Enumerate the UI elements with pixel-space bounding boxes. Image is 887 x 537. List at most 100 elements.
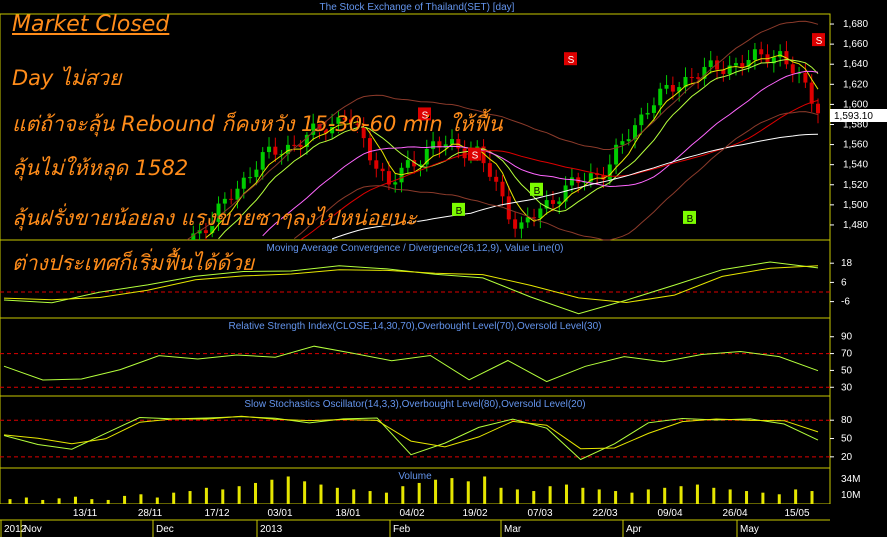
candle-body (816, 103, 820, 114)
candle-body (752, 49, 757, 60)
volume-bar (335, 487, 339, 504)
candle-body (790, 64, 795, 74)
annotation-line: Day ไม่สวย (12, 66, 122, 90)
volume-bar (777, 494, 781, 504)
date-tick-label: 09/04 (657, 508, 682, 519)
volume-bar (466, 481, 470, 504)
buy-signal-label: B (534, 186, 541, 197)
candle-body (740, 63, 745, 68)
volume-tick-label: 34M (841, 474, 860, 485)
candle-body (708, 60, 713, 67)
volume-bar (286, 476, 290, 504)
volume-bar (319, 484, 323, 504)
volume-bar (630, 492, 634, 504)
volume-bar (368, 491, 372, 504)
candle-body (664, 84, 669, 89)
volume-bar (123, 495, 127, 504)
price-tick-label: 1,500 (843, 200, 868, 211)
candle-body (292, 144, 297, 146)
candle-body (273, 146, 278, 155)
rsi-title: Relative Strength Index(CLOSE,14,30,70),… (229, 321, 602, 332)
month-tick-label: 2013 (260, 524, 283, 535)
volume-bar (417, 482, 421, 504)
candle-body (645, 112, 650, 115)
candle-body (569, 177, 574, 186)
month-tick-label: May (740, 524, 759, 535)
price-tick-label: 1,660 (843, 39, 868, 50)
volume-bar (188, 491, 192, 504)
candle-body (513, 219, 518, 229)
volume-bar (450, 478, 454, 504)
candle-body (557, 201, 562, 204)
last-price-marker: 1,593.10 (830, 109, 887, 122)
candle-body (550, 200, 555, 204)
candle-body (374, 160, 379, 169)
volume-title: Volume (398, 471, 432, 482)
volume-bar (515, 489, 519, 504)
indicator-tick-label: 90 (841, 332, 853, 343)
candle-body (254, 169, 259, 178)
price-tick-label: 1,540 (843, 160, 868, 171)
date-tick-label: 17/12 (204, 508, 229, 519)
price-tick-label: 1,640 (843, 59, 868, 70)
indicator-tick-label: 30 (841, 382, 853, 393)
price-tick-label: 1,560 (843, 140, 868, 151)
indicator-tick-label: 50 (841, 434, 853, 445)
date-tick-label: 04/02 (399, 508, 424, 519)
annotation-line: ลุ้นฝรั่งขายน้อยลง แรงขายซาๆลงไปหน่อยนะ (12, 206, 418, 230)
last-price-label: 1,593.10 (834, 111, 873, 122)
date-tick-label: 07/03 (527, 508, 552, 519)
candle-body (803, 72, 808, 83)
price-tick-label: 1,620 (843, 79, 868, 90)
buy-signal-label: B (456, 206, 463, 217)
volume-bar (73, 496, 77, 504)
candle-body (759, 49, 764, 55)
volume-bar (761, 492, 765, 504)
volume-bar (695, 484, 699, 504)
candle-body (519, 222, 524, 229)
volume-bar (581, 487, 585, 504)
volume-bar (41, 499, 45, 504)
volume-bar (663, 487, 667, 504)
price-tick-label: 1,680 (843, 19, 868, 30)
chart-title: The Stock Exchange of Thailand(SET) [day… (320, 2, 515, 13)
candle-body (778, 51, 783, 58)
buy-signal-label: B (687, 214, 694, 225)
candle-body (405, 160, 410, 168)
candle-body (267, 146, 272, 153)
volume-bar (712, 487, 716, 504)
candle-body (733, 63, 738, 66)
sell-signal-label: S (472, 151, 479, 162)
candle-body (506, 196, 511, 220)
sell-signal-label: S (568, 55, 575, 66)
candle-body (809, 82, 814, 104)
volume-bar (172, 492, 176, 504)
month-tick-label: Feb (393, 524, 411, 535)
volume-bar (155, 497, 159, 504)
candle-body (494, 176, 499, 182)
volume-bar (483, 476, 487, 504)
volume-bar (401, 486, 405, 504)
volume-bar (532, 491, 536, 504)
date-tick-label: 19/02 (462, 508, 487, 519)
annotation-title: Market Closed (12, 12, 170, 37)
candle-body (487, 163, 492, 177)
date-tick-label: 26/04 (722, 508, 747, 519)
volume-bar (728, 489, 732, 504)
indicator-tick-label: 50 (841, 365, 853, 376)
volume-bar (597, 489, 601, 504)
volume-bar (810, 491, 814, 504)
price-tick-label: 1,600 (843, 99, 868, 110)
macd-title: Moving Average Convergence / Divergence(… (266, 243, 563, 254)
candle-body (639, 114, 644, 126)
candle-body (689, 76, 694, 78)
candle-body (248, 177, 253, 179)
candle-body (651, 105, 656, 113)
annotation-line: ลุ้นไม่ให้หลุด 1582 (12, 156, 189, 180)
candle-body (538, 208, 543, 219)
candle-body (500, 181, 505, 197)
candle-body (241, 177, 246, 189)
sell-signal-label: S (816, 36, 823, 47)
candle-body (670, 84, 675, 92)
candle-body (235, 188, 240, 200)
